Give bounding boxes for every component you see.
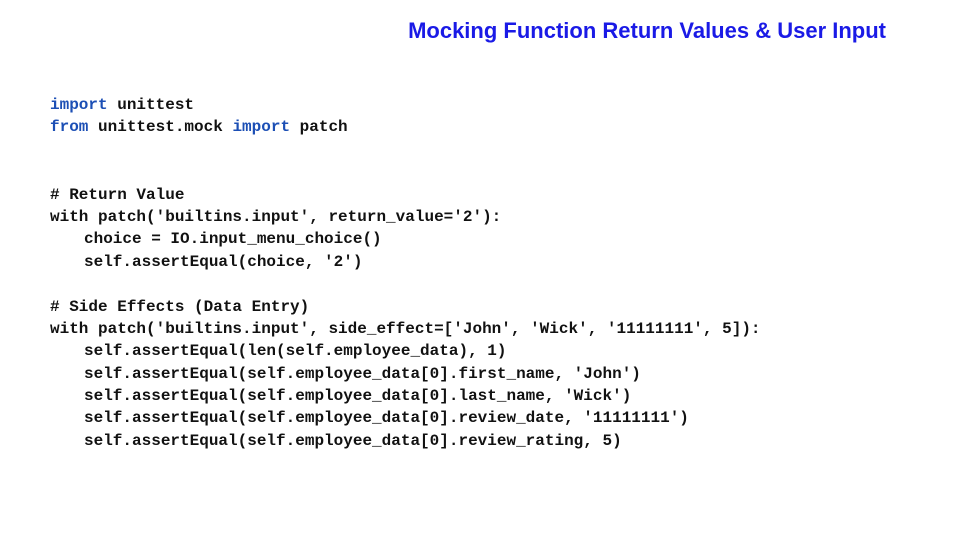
code-text: unittest: [107, 96, 195, 114]
code-line-body: choice = IO.input_menu_choice(): [84, 230, 382, 249]
keyword-import: import: [232, 118, 291, 137]
keyword-import: import: [50, 96, 108, 114]
code-line-with-return-value: with patch('builtins.input', return_valu…: [50, 207, 502, 226]
code-line-body: self.assertEqual(self.employee_data[0].f…: [84, 364, 641, 383]
slide-title: Mocking Function Return Values & User In…: [408, 18, 886, 43]
code-line-body: self.assertEqual(choice, '2'): [84, 252, 363, 271]
keyword-from: from: [50, 118, 89, 137]
code-text: unittest.mock: [88, 118, 233, 137]
code-line-body: self.assertEqual(self.employee_data[0].r…: [84, 431, 622, 450]
code-line-import-unittest: import unittest: [50, 94, 761, 116]
code-line-import-patch: from unittest.mock import patch: [50, 116, 761, 138]
slide: Mocking Function Return Values & User In…: [0, 0, 960, 540]
code-comment-side-effects: # Side Effects (Data Entry): [50, 297, 310, 316]
code-line-body: self.assertEqual(len(self.employee_data)…: [84, 342, 507, 361]
code-line-with-side-effect: with patch('builtins.input', side_effect…: [50, 319, 761, 338]
code-line-body: self.assertEqual(self.employee_data[0].l…: [84, 387, 632, 406]
code-text: patch: [290, 118, 348, 137]
code-line-body: self.assertEqual(self.employee_data[0].r…: [84, 409, 689, 428]
code-block: import unittest from unittest.mock impor…: [50, 94, 761, 452]
code-comment-return-value: # Return Value: [50, 185, 185, 204]
